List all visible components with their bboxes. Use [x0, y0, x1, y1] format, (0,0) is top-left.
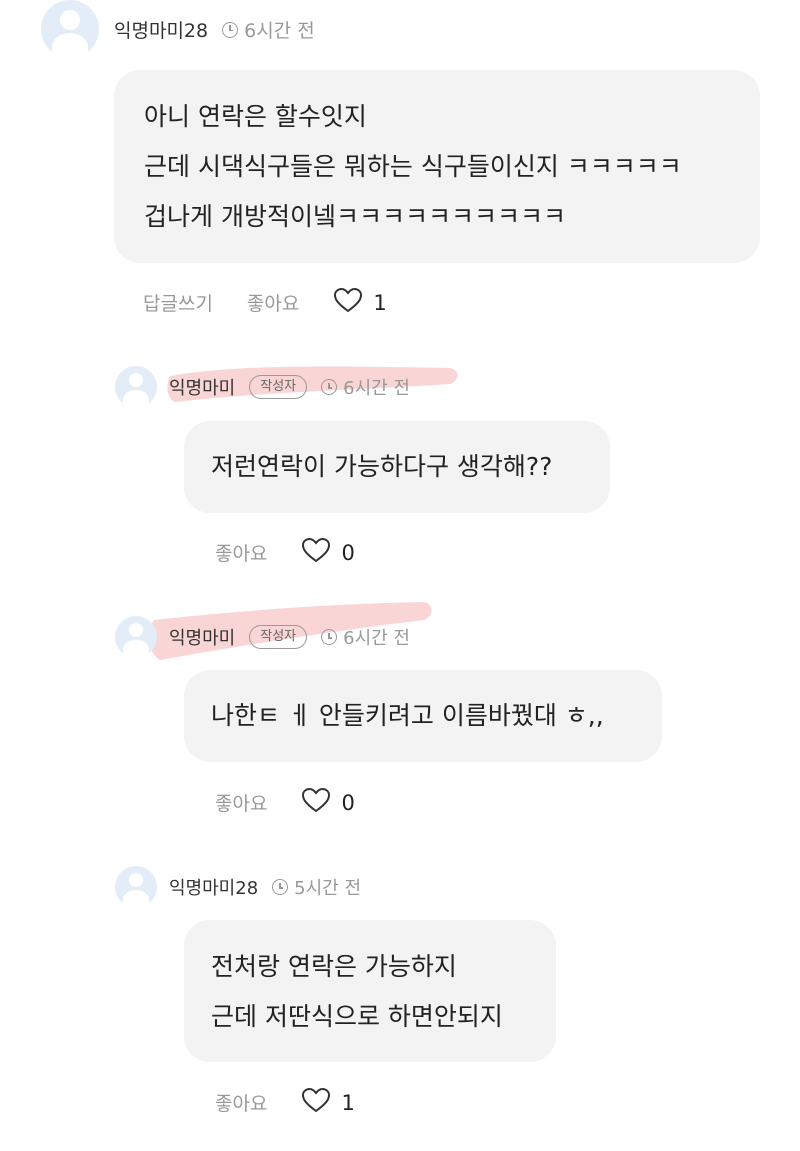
- clock-icon: [222, 21, 239, 38]
- heart-icon[interactable]: [333, 287, 363, 318]
- like-count: 1: [341, 1090, 355, 1115]
- comment-text-line: 아니 연락은 할수잇지: [144, 102, 367, 131]
- comment-text-line: 근데 시댁식구들은 뭐하는 식구들이신지 ㅋㅋㅋㅋㅋ: [144, 152, 682, 181]
- comment-bubble: 아니 연락은 할수잇지 근데 시댁식구들은 뭐하는 식구들이신지 ㅋㅋㅋㅋㅋ 겁…: [114, 70, 760, 263]
- author-name[interactable]: 익명마미: [169, 374, 235, 400]
- comment-text-line: 저런연락이 가능하다구 생각해??: [211, 452, 553, 481]
- author-badge: 작성자: [249, 375, 308, 399]
- author-badge: 작성자: [249, 625, 308, 649]
- like-count: 0: [341, 540, 355, 565]
- like-button[interactable]: 좋아요: [247, 289, 299, 316]
- comment-meta: 익명마미 작성자 6시간 전: [169, 374, 410, 400]
- timestamp: 6시간 전: [343, 628, 410, 649]
- reply-1: 익명마미 작성자 6시간 전 저런연락이 가능하다구 생각해?? 좋아요 0: [0, 340, 800, 580]
- comment-bubble: 저런연락이 가능하다구 생각해??: [184, 421, 610, 513]
- author-name[interactable]: 익명마미: [169, 624, 235, 650]
- avatar[interactable]: [115, 366, 157, 408]
- clock-icon: [321, 629, 338, 645]
- comment-meta: 익명마미 작성자 6시간 전: [169, 624, 410, 650]
- reply-2: 익명마미 작성자 6시간 전 나한ㅌ ㅔ 안들키려고 이름바꿨대 ㅎ,, 좋아요…: [0, 590, 800, 830]
- author-name[interactable]: 익명마미28: [114, 16, 208, 43]
- like-button[interactable]: 좋아요: [215, 789, 267, 816]
- heart-icon[interactable]: [301, 787, 331, 818]
- comment-actions: 답글쓰기 좋아요 1: [143, 287, 387, 318]
- comment-bubble: 나한ㅌ ㅔ 안들키려고 이름바꿨대 ㅎ,,: [184, 670, 662, 762]
- comment-bubble: 전처랑 연락은 가능하지 근데 저딴식으로 하면안되지: [184, 920, 556, 1062]
- like-button[interactable]: 좋아요: [215, 539, 267, 566]
- timestamp: 6시간 전: [244, 20, 315, 42]
- reply-3: 익명마미28 5시간 전 전처랑 연락은 가능하지 근데 저딴식으로 하면안되지…: [0, 840, 800, 1140]
- timestamp: 6시간 전: [343, 378, 410, 399]
- timestamp: 5시간 전: [294, 878, 362, 899]
- comment-actions: 좋아요 0: [215, 537, 355, 568]
- avatar[interactable]: [41, 0, 99, 58]
- heart-icon[interactable]: [301, 1087, 331, 1118]
- comment-text-line: 전처랑 연락은 가능하지: [211, 952, 457, 981]
- like-count: 0: [341, 790, 355, 815]
- like-count: 1: [373, 290, 387, 315]
- like-button[interactable]: 좋아요: [215, 1089, 267, 1116]
- comment-1: 익명마미28 6시간 전 아니 연락은 할수잇지 근데 시댁식구들은 뭐하는 식…: [0, 0, 800, 330]
- avatar[interactable]: [115, 616, 157, 658]
- comment-meta: 익명마미28 5시간 전: [169, 874, 361, 900]
- reply-button[interactable]: 답글쓰기: [143, 289, 213, 316]
- comment-text-line: 근데 저딴식으로 하면안되지: [211, 1002, 503, 1031]
- comment-actions: 좋아요 1: [215, 1087, 355, 1118]
- avatar[interactable]: [115, 866, 157, 908]
- comment-text-line: 겁나게 개방적이넼ㅋㅋㅋㅋㅋㅋㅋㅋㅋㅋ: [144, 202, 566, 231]
- clock-icon: [321, 379, 338, 395]
- author-name[interactable]: 익명마미28: [169, 874, 258, 900]
- clock-icon: [272, 879, 289, 895]
- comment-actions: 좋아요 0: [215, 787, 355, 818]
- comment-text-line: 나한ㅌ ㅔ 안들키려고 이름바꿨대 ㅎ,,: [211, 701, 604, 730]
- heart-icon[interactable]: [301, 537, 331, 568]
- comment-meta: 익명마미28 6시간 전: [114, 16, 315, 43]
